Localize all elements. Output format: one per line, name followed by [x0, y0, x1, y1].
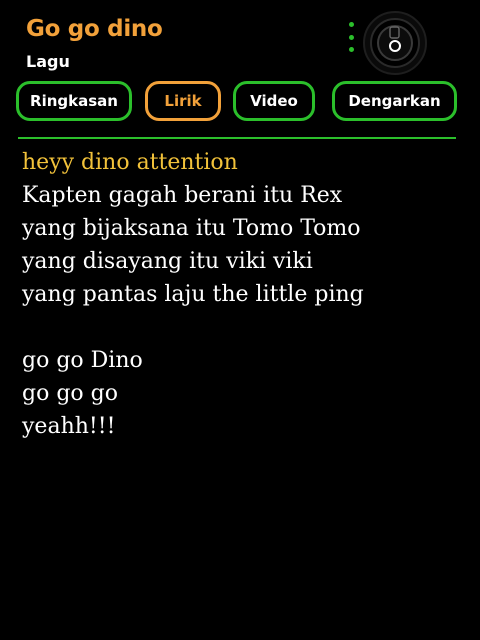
app-header: Go go dino Lagu [0, 0, 480, 80]
tab-ringkasan[interactable]: Ringkasan [16, 81, 132, 121]
stanza-break [22, 311, 462, 344]
tab-video[interactable]: Video [233, 81, 315, 121]
camera-lens-icon [362, 10, 428, 76]
lyric-line: yeahh!!! [22, 414, 116, 439]
tab-label: Ringkasan [30, 92, 118, 110]
more-vert-icon[interactable] [346, 22, 356, 52]
song-type-label: Lagu [26, 52, 70, 71]
tab-dengarkan[interactable]: Dengarkan [332, 81, 457, 121]
tab-bar: Ringkasan Lirik Video Dengarkan [0, 78, 480, 128]
lyric-line: go go Dino [22, 348, 143, 373]
menu-dot [348, 22, 354, 27]
lyric-line: yang disayang itu viki viki [22, 249, 313, 274]
lyric-line: go go go [22, 381, 118, 406]
lyric-line: yang bijaksana itu Tomo Tomo [22, 216, 361, 241]
tab-label: Video [250, 92, 298, 110]
song-title: Go go dino [26, 16, 163, 42]
lyric-line: Kapten gagah berani itu Rex [22, 183, 343, 208]
lyrics-heading: heyy dino attention [22, 150, 238, 175]
section-divider [18, 137, 456, 139]
tab-lirik[interactable]: Lirik [145, 81, 221, 121]
tab-label: Lirik [164, 92, 202, 110]
lyrics-panel: heyy dino attention Kapten gagah berani … [22, 146, 462, 443]
menu-dot [348, 34, 354, 40]
lyric-line: yang pantas laju the little ping [22, 282, 364, 307]
tab-label: Dengarkan [348, 92, 441, 110]
menu-dot [348, 47, 354, 52]
